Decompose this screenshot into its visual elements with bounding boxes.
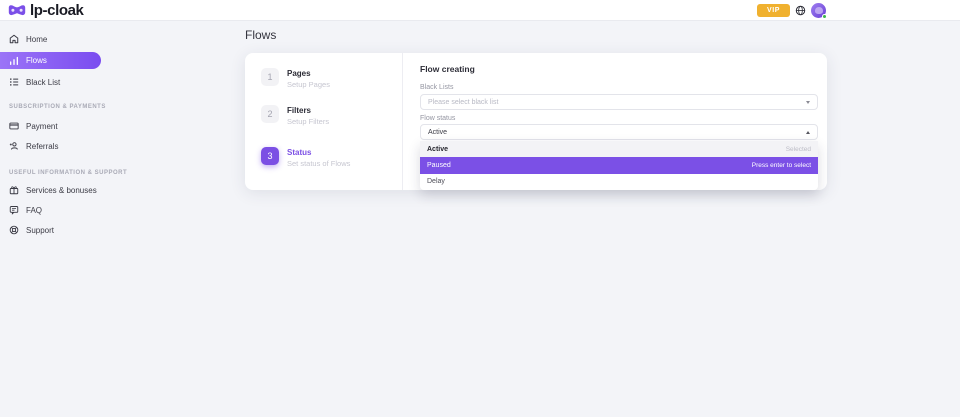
header-actions: VIP xyxy=(757,0,826,20)
flow-status-value: Active xyxy=(428,129,806,136)
sidebar-item-label: Referrals xyxy=(26,142,58,151)
avatar-figure xyxy=(815,7,823,14)
credit-card-icon xyxy=(9,121,19,131)
chevron-down-icon xyxy=(806,101,810,104)
sidebar-item-label: Home xyxy=(26,35,47,44)
option-hint: Press enter to select xyxy=(752,162,811,169)
sidebar-section-support: USEFUL INFORMATION & SUPPORT xyxy=(0,168,112,178)
app-logo[interactable]: lp-cloak xyxy=(8,0,83,20)
step-subtitle: Setup Pages xyxy=(287,80,330,89)
black-lists-select[interactable]: Please select black list xyxy=(420,94,818,110)
step-title: Filters xyxy=(287,106,329,115)
black-lists-placeholder: Please select black list xyxy=(428,99,806,106)
step-number: 2 xyxy=(261,105,279,123)
sidebar-item-label: Services & bonuses xyxy=(26,186,97,195)
sidebar-item-support[interactable]: Support xyxy=(0,220,112,240)
lifebuoy-icon xyxy=(9,225,19,235)
step-title: Pages xyxy=(287,69,330,78)
sidebar-item-services[interactable]: Services & bonuses xyxy=(0,180,112,200)
home-icon xyxy=(9,34,19,44)
sidebar-item-label: FAQ xyxy=(26,206,42,215)
step-filters[interactable]: 2 Filters Setup Filters xyxy=(261,105,401,126)
option-delay[interactable]: Delay xyxy=(420,174,818,190)
option-paused[interactable]: Paused Press enter to select xyxy=(420,157,818,173)
step-title: Status xyxy=(287,148,350,157)
gift-icon xyxy=(9,185,19,195)
sidebar-item-payment[interactable]: Payment xyxy=(0,116,112,136)
flow-status-select[interactable]: Active xyxy=(420,124,818,140)
option-label: Active xyxy=(427,146,448,153)
sidebar-item-flows[interactable]: Flows xyxy=(0,52,101,69)
step-number: 3 xyxy=(261,147,279,165)
logo-text: lp-cloak xyxy=(30,2,83,19)
sidebar-item-label: Black List xyxy=(26,78,60,87)
step-number: 1 xyxy=(261,68,279,86)
flow-creating-modal: 1 Pages Setup Pages 2 Filters Setup Filt… xyxy=(245,53,827,190)
flow-status-dropdown: Active Selected Paused Press enter to se… xyxy=(420,141,818,190)
sidebar-item-home[interactable]: Home xyxy=(0,29,112,49)
card-vertical-divider xyxy=(402,53,403,190)
flows-icon xyxy=(9,56,19,66)
black-lists-label: Black Lists xyxy=(420,84,453,91)
wizard-steps: 1 Pages Setup Pages 2 Filters Setup Filt… xyxy=(261,53,401,168)
sidebar-item-label: Payment xyxy=(26,122,58,131)
online-status-dot xyxy=(822,14,827,19)
list-icon xyxy=(9,77,19,87)
user-avatar[interactable] xyxy=(811,3,826,18)
form-title: Flow creating xyxy=(420,64,475,74)
flow-status-label: Flow status xyxy=(420,115,455,122)
section-heading-label: SUBSCRIPTION & PAYMENTS xyxy=(9,104,106,110)
sidebar-section-subscription: SUBSCRIPTION & PAYMENTS xyxy=(0,102,112,112)
sidebar-item-black-list[interactable]: Black List xyxy=(0,72,112,92)
sidebar-item-label: Flows xyxy=(26,56,47,65)
step-subtitle: Set status of Flows xyxy=(287,159,350,168)
sidebar-item-faq[interactable]: FAQ xyxy=(0,200,112,220)
option-active[interactable]: Active Selected xyxy=(420,141,818,157)
sidebar-item-label: Support xyxy=(26,226,54,235)
referrals-icon xyxy=(9,141,19,151)
page-title: Flows xyxy=(245,28,276,42)
vip-button[interactable]: VIP xyxy=(757,4,790,17)
sidebar-item-referrals[interactable]: Referrals xyxy=(0,136,112,156)
language-globe-icon[interactable] xyxy=(795,5,806,16)
step-status[interactable]: 3 Status Set status of Flows xyxy=(261,147,401,168)
option-label: Paused xyxy=(427,162,451,169)
option-label: Delay xyxy=(427,178,445,185)
option-hint: Selected xyxy=(786,146,811,153)
faq-icon xyxy=(9,205,19,215)
top-bar: lp-cloak VIP xyxy=(0,0,960,21)
chevron-up-icon xyxy=(806,131,810,134)
section-heading-label: USEFUL INFORMATION & SUPPORT xyxy=(9,170,127,176)
step-subtitle: Setup Filters xyxy=(287,117,329,126)
step-pages[interactable]: 1 Pages Setup Pages xyxy=(261,68,401,89)
sidebar: Home Flows Black List SUBSCRIPTION & PAY… xyxy=(0,21,112,240)
mask-logo-icon xyxy=(8,4,26,17)
